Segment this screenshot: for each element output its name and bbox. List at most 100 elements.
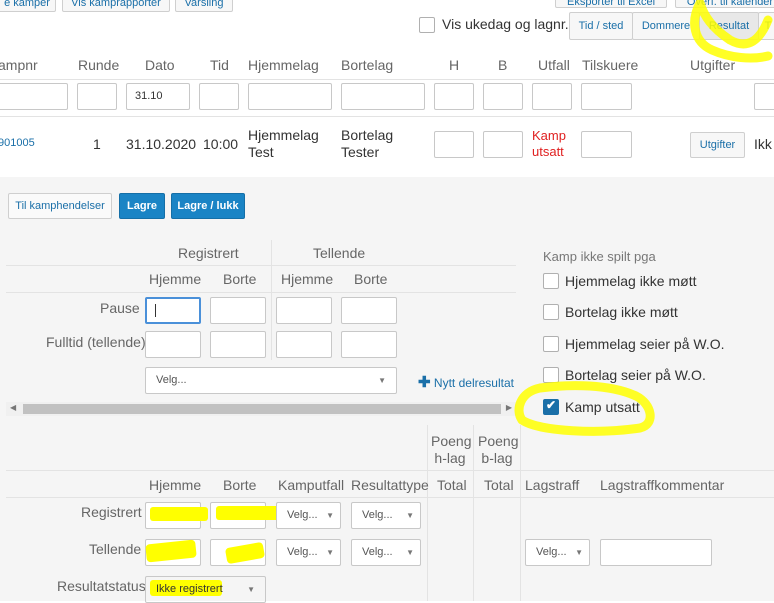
kamprapporter-button[interactable]: Vis kamprapporter (62, 0, 170, 12)
horizontal-scrollbar[interactable]: ◀ ▶ (6, 402, 516, 416)
chevron-down-icon: ▼ (406, 511, 414, 520)
tel-resultattype-value: Velg... (362, 546, 393, 558)
result-reg-resultattype-select[interactable]: Velg... ▼ (351, 502, 421, 529)
kamper-button[interactable]: e kamper (0, 0, 56, 12)
filter-hjemmelag[interactable] (248, 83, 332, 110)
resultatstatus-label: Resultatstatus (57, 578, 146, 594)
bortelag-ikke-mott-label: Bortelag ikke møtt (565, 304, 678, 320)
reg-resultattype-value: Velg... (362, 509, 393, 521)
filter-utfall[interactable] (532, 83, 572, 110)
vis-ukedag-checkbox[interactable] (419, 17, 435, 33)
poeng-h-header: Poeng h-lag (431, 433, 472, 467)
header-divider (0, 79, 774, 80)
pause-reg-hjemme-input[interactable] (145, 297, 201, 324)
match-bortelag-line2: Tester (341, 144, 380, 160)
filter-h[interactable] (434, 83, 474, 110)
filter-tilskuere[interactable] (581, 83, 632, 110)
result-total-b-header: Total (484, 477, 514, 493)
scroll-right-icon[interactable]: ▶ (506, 403, 512, 412)
poeng-h-line2: h-lag (434, 450, 466, 466)
pause-reg-borte-input[interactable] (210, 297, 266, 324)
bortelag-ikke-mott-checkbox[interactable] (543, 304, 559, 320)
delresultat-velg-select[interactable]: Velg... ▼ (145, 367, 397, 394)
delresultat-tellende-header: Tellende (313, 245, 366, 261)
resultatstatus-select[interactable]: Ikke registrert ▼ (145, 576, 266, 603)
tab-more[interactable]: T (758, 12, 774, 40)
tab-tid-sted[interactable]: Tid / sted (569, 12, 633, 40)
header-runde: Runde (78, 57, 120, 73)
delresultat-divider-2 (6, 292, 516, 293)
fulltid-label: Fulltid (tellende) (46, 334, 146, 350)
pause-tel-borte-input[interactable] (341, 297, 397, 324)
fulltid-tel-borte-input[interactable] (341, 331, 397, 358)
filter-tid[interactable] (199, 83, 239, 110)
lagre-lukk-button[interactable]: Lagre / lukk (171, 193, 245, 219)
match-utfall-line1: Kamp (532, 128, 566, 143)
header-utgifter: Utgifter (690, 57, 736, 73)
match-tid: 10:00 (203, 136, 239, 152)
chevron-down-icon: ▼ (247, 585, 255, 594)
tab-resultat[interactable]: Resultat (699, 12, 759, 40)
pause-label: Pause (100, 300, 140, 316)
kamp-utsatt-checkbox[interactable]: ✔ (543, 398, 559, 415)
result-tel-resultattype-select[interactable]: Velg... ▼ (351, 539, 421, 566)
hjemmelag-seier-wo-label: Hjemmelag seier på W.O. (565, 336, 725, 352)
match-extra-text: Ikk (754, 136, 772, 152)
result-divider-1 (6, 470, 774, 471)
text-cursor (155, 304, 156, 317)
fulltid-reg-hjemme-input[interactable] (145, 331, 201, 358)
score-b-input[interactable] (483, 131, 523, 158)
result-tel-kamputfall-select[interactable]: Velg... ▼ (276, 539, 341, 566)
delresultat-divider-1 (6, 265, 516, 266)
delresultat-registrert-header: Registrert (178, 245, 239, 261)
highlight-mark (150, 507, 208, 521)
bortelag-seier-wo-checkbox[interactable] (543, 367, 559, 383)
header-h: H (449, 57, 460, 73)
result-tellende-label: Tellende (89, 541, 142, 557)
hjemmelag-seier-wo-checkbox[interactable] (543, 336, 559, 352)
kamp-ikke-spilt-title: Kamp ikke spilt pga (543, 249, 656, 264)
hjemmelag-ikke-mott-checkbox[interactable] (543, 273, 559, 289)
eksport-excel-button[interactable]: Eksporter til Excel (555, 0, 667, 8)
chevron-down-icon: ▼ (378, 376, 386, 385)
match-dato: 31.10.2020 (126, 136, 197, 152)
result-vline-2 (473, 425, 474, 601)
header-kampnr: ampnr (0, 57, 38, 73)
chevron-down-icon: ▼ (326, 548, 334, 557)
delresultat-hjemme-header-reg: Hjemme (149, 271, 202, 287)
tilskuere-input[interactable] (581, 131, 632, 158)
lagre-button[interactable]: Lagre (119, 193, 165, 219)
fulltid-reg-borte-input[interactable] (210, 331, 266, 358)
highlight-mark (216, 506, 284, 520)
scrollbar-thumb[interactable] (23, 404, 501, 414)
reg-kamputfall-value: Velg... (287, 509, 318, 521)
match-kampnr-link[interactable]: 901005 (0, 137, 35, 149)
scroll-left-icon[interactable]: ◀ (10, 403, 16, 412)
nytt-delresultat-link[interactable]: ✚ Nytt delresultat (418, 373, 516, 391)
result-lagstraffkommentar-header: Lagstraffkommentar (600, 477, 725, 493)
filter-extra[interactable] (754, 83, 774, 110)
result-total-h-header: Total (437, 477, 467, 493)
plus-icon: ✚ (418, 374, 431, 391)
pause-tel-hjemme-input[interactable] (276, 297, 332, 324)
varsling-button[interactable]: Varsling (175, 0, 233, 12)
delresultat-vdivider (271, 240, 272, 360)
filter-runde[interactable] (77, 83, 117, 110)
delresultat-hjemme-header-tel: Hjemme (281, 271, 334, 287)
lagstraff-select[interactable]: Velg... ▼ (525, 539, 590, 566)
filter-b[interactable] (483, 83, 523, 110)
filter-bortelag[interactable] (341, 83, 425, 110)
score-h-input[interactable] (434, 131, 474, 158)
lagstraffkommentar-input[interactable] (600, 539, 712, 566)
result-reg-kamputfall-select[interactable]: Velg... ▼ (276, 502, 341, 529)
overfor-kalender-button[interactable]: Overf. til kalender (675, 0, 774, 8)
utgifter-button[interactable]: Utgifter (690, 132, 745, 158)
filter-kampnr[interactable] (0, 83, 68, 110)
filter-dato[interactable]: 31.10 (126, 83, 190, 110)
result-lagstraff-header: Lagstraff (525, 477, 580, 493)
til-kamphendelser-button[interactable]: Til kamphendelser (8, 193, 112, 219)
fulltid-tel-hjemme-input[interactable] (276, 331, 332, 358)
poeng-h-line1: Poeng (431, 433, 472, 449)
result-kamputfall-header: Kamputfall (278, 477, 345, 493)
tab-dommere[interactable]: Dommere (632, 12, 700, 40)
